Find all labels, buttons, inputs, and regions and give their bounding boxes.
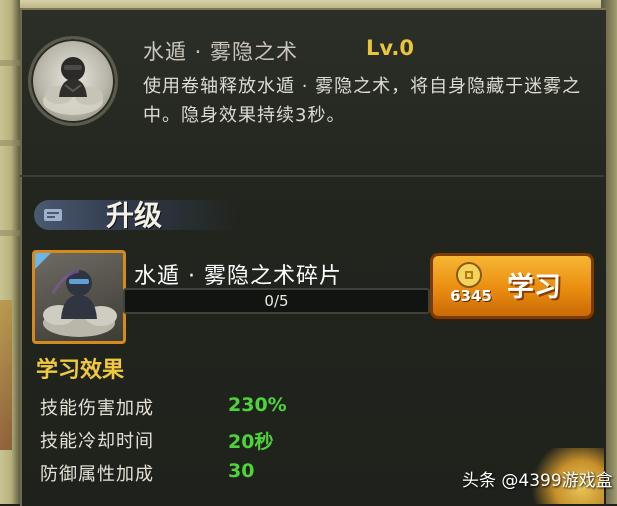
effect-label: 技能伤害加成 [40,398,154,419]
coin-icon [456,262,482,288]
fragment-progress-text: 0/5 [264,292,289,310]
upgrade-section-header: 升级 [34,194,238,236]
fragment-item[interactable] [32,250,126,344]
watermark: 头条 @4399游戏盒 [462,471,613,491]
fragment-name: 水遁 · 雾隐之术碎片 [134,264,342,289]
effect-value: 230% [228,394,287,416]
learn-button-label: 学习 [507,272,561,303]
learn-button[interactable]: 6345 学习 [430,253,594,319]
ninja-fragment-icon [43,269,117,337]
scroll-tab-icon [44,209,62,221]
effect-label: 技能冷却时间 [40,431,154,452]
effect-value: 30 [228,460,255,482]
skill-description: 使用卷轴释放水遁 · 雾隐之术，将自身隐藏于迷雾之中。隐身效果持续3秒。 [143,76,582,126]
skill-title: 水遁 · 雾隐之术 [143,40,299,64]
window-left-border [0,0,20,504]
skill-level: Lv.0 [366,36,414,60]
section-divider [20,175,604,177]
learn-cost: 6345 [450,287,492,305]
effect-label: 防御属性加成 [40,464,154,485]
upgrade-label: 升级 [106,199,163,232]
effect-value: 20秒 [228,431,274,453]
fragment-progress-bar: 0/5 [123,288,430,314]
ninja-smoke-icon [28,36,118,126]
effects-title: 学习效果 [36,358,125,383]
